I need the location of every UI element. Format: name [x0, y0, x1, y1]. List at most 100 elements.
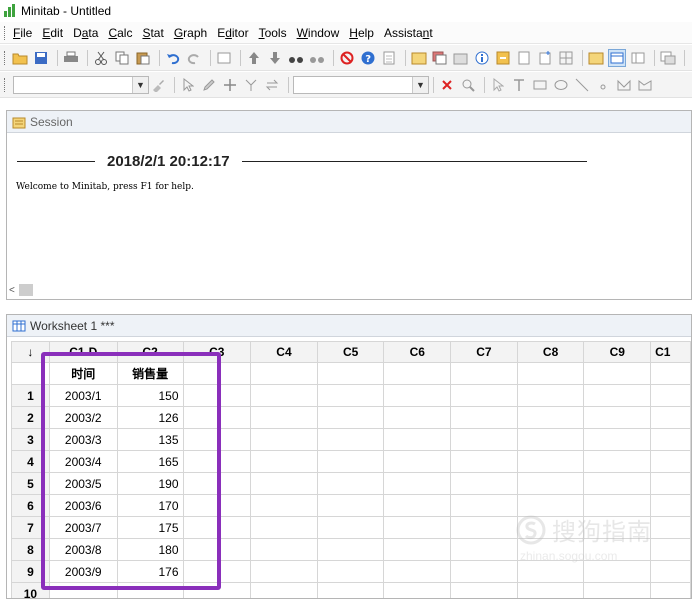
column-name-c8[interactable]	[516, 362, 585, 385]
cell[interactable]	[182, 560, 252, 583]
column-name-c7[interactable]	[450, 362, 518, 385]
cell[interactable]	[516, 428, 585, 451]
column-name-c2[interactable]: 销售量	[116, 362, 184, 385]
session-horizontal-scrollbar[interactable]: <	[9, 283, 49, 297]
cell[interactable]	[583, 406, 652, 429]
menu-calc[interactable]: Calc	[108, 26, 132, 40]
cell[interactable]	[583, 560, 652, 583]
cell[interactable]	[316, 450, 385, 473]
column-name-c1[interactable]: 时间	[48, 362, 118, 385]
cell[interactable]	[516, 494, 585, 517]
cell-c1[interactable]: 2003/8	[48, 538, 118, 561]
cancel-icon[interactable]	[338, 49, 356, 67]
column-name-c5[interactable]	[316, 362, 385, 385]
menu-tools[interactable]: Tools	[259, 26, 287, 40]
select-arrow-icon[interactable]	[179, 76, 197, 94]
cell[interactable]	[182, 516, 252, 539]
cell[interactable]	[450, 428, 518, 451]
worksheet-titlebar[interactable]: Worksheet 1 ***	[7, 315, 691, 337]
cell-c2[interactable]: 176	[116, 560, 184, 583]
cell[interactable]	[583, 516, 652, 539]
column-name-c9[interactable]	[583, 362, 652, 385]
print-icon[interactable]	[62, 49, 80, 67]
flag-icon[interactable]	[242, 76, 260, 94]
column-header-c6[interactable]: C6	[383, 341, 452, 363]
row-number[interactable]: 4	[11, 450, 50, 473]
row-number[interactable]: 7	[11, 516, 50, 539]
cell[interactable]	[516, 582, 585, 598]
worksheet-selector-dropdown[interactable]: ▼	[13, 75, 149, 94]
cell[interactable]	[250, 582, 318, 598]
cell[interactable]	[316, 582, 385, 598]
scroll-left-icon[interactable]: <	[9, 285, 15, 296]
cell[interactable]	[250, 560, 318, 583]
cell[interactable]	[450, 384, 518, 407]
cell-c1[interactable]: 2003/3	[48, 428, 118, 451]
cell[interactable]	[383, 406, 452, 429]
cell[interactable]	[383, 538, 452, 561]
cell[interactable]	[250, 494, 318, 517]
menu-file[interactable]: File	[13, 26, 32, 40]
sort-arrow-icon[interactable]: ↓	[11, 341, 50, 363]
cell[interactable]	[516, 516, 585, 539]
session-window[interactable]: Session 2018/2/1 20:12:17 Welcome to Min…	[6, 110, 692, 300]
cell[interactable]	[450, 516, 518, 539]
scrollbar-thumb[interactable]	[18, 284, 33, 296]
session-titlebar[interactable]: Session	[7, 111, 691, 133]
cell[interactable]	[450, 494, 518, 517]
menu-assistant[interactable]: Assistant	[384, 26, 433, 40]
menu-data[interactable]: Data	[73, 26, 98, 40]
column-header-c3[interactable]: C3	[182, 341, 252, 363]
row-number[interactable]: 5	[11, 472, 50, 495]
cell[interactable]	[316, 384, 385, 407]
cell[interactable]	[650, 516, 691, 539]
cell[interactable]	[450, 560, 518, 583]
column-name-c4[interactable]	[250, 362, 318, 385]
open-icon[interactable]	[11, 49, 29, 67]
column-header-c5[interactable]: C5	[316, 341, 385, 363]
row-number[interactable]: 10	[11, 582, 50, 598]
cell-c2[interactable]	[116, 582, 184, 598]
arrow-down-icon[interactable]	[266, 49, 284, 67]
info-icon[interactable]	[473, 49, 491, 67]
cell[interactable]	[316, 560, 385, 583]
cell[interactable]	[182, 538, 252, 561]
cell[interactable]	[650, 560, 691, 583]
cell[interactable]	[516, 538, 585, 561]
cell[interactable]	[182, 450, 252, 473]
cell[interactable]	[316, 494, 385, 517]
cell[interactable]	[650, 494, 691, 517]
cell[interactable]	[650, 384, 691, 407]
document-icon[interactable]	[380, 49, 398, 67]
column-header-c9[interactable]: C9	[583, 341, 652, 363]
cell[interactable]	[450, 538, 518, 561]
cell[interactable]	[383, 560, 452, 583]
report-icon[interactable]	[515, 49, 533, 67]
history-icon[interactable]	[494, 49, 512, 67]
cell[interactable]	[583, 538, 652, 561]
cell-c2[interactable]: 165	[116, 450, 184, 473]
cell[interactable]	[316, 516, 385, 539]
menu-edit[interactable]: Edit	[42, 26, 63, 40]
menu-stat[interactable]: Stat	[142, 26, 163, 40]
cell[interactable]	[182, 472, 252, 495]
column-name-c10[interactable]	[650, 362, 691, 385]
cell[interactable]	[316, 428, 385, 451]
cell[interactable]	[383, 516, 452, 539]
row-number[interactable]: 2	[11, 406, 50, 429]
zoom-icon[interactable]	[459, 76, 477, 94]
cell[interactable]	[583, 494, 652, 517]
arrow-up-icon[interactable]	[245, 49, 263, 67]
cell[interactable]	[383, 582, 452, 598]
cell[interactable]	[182, 428, 252, 451]
cell[interactable]	[383, 494, 452, 517]
row-number[interactable]: 9	[11, 560, 50, 583]
menu-graph[interactable]: Graph	[174, 26, 207, 40]
cell[interactable]	[250, 472, 318, 495]
cell-c2[interactable]: 170	[116, 494, 184, 517]
cell[interactable]	[250, 406, 318, 429]
session-window-icon[interactable]	[410, 49, 428, 67]
cell[interactable]	[516, 406, 585, 429]
cell[interactable]	[583, 450, 652, 473]
project-manager-icon[interactable]	[587, 49, 605, 67]
